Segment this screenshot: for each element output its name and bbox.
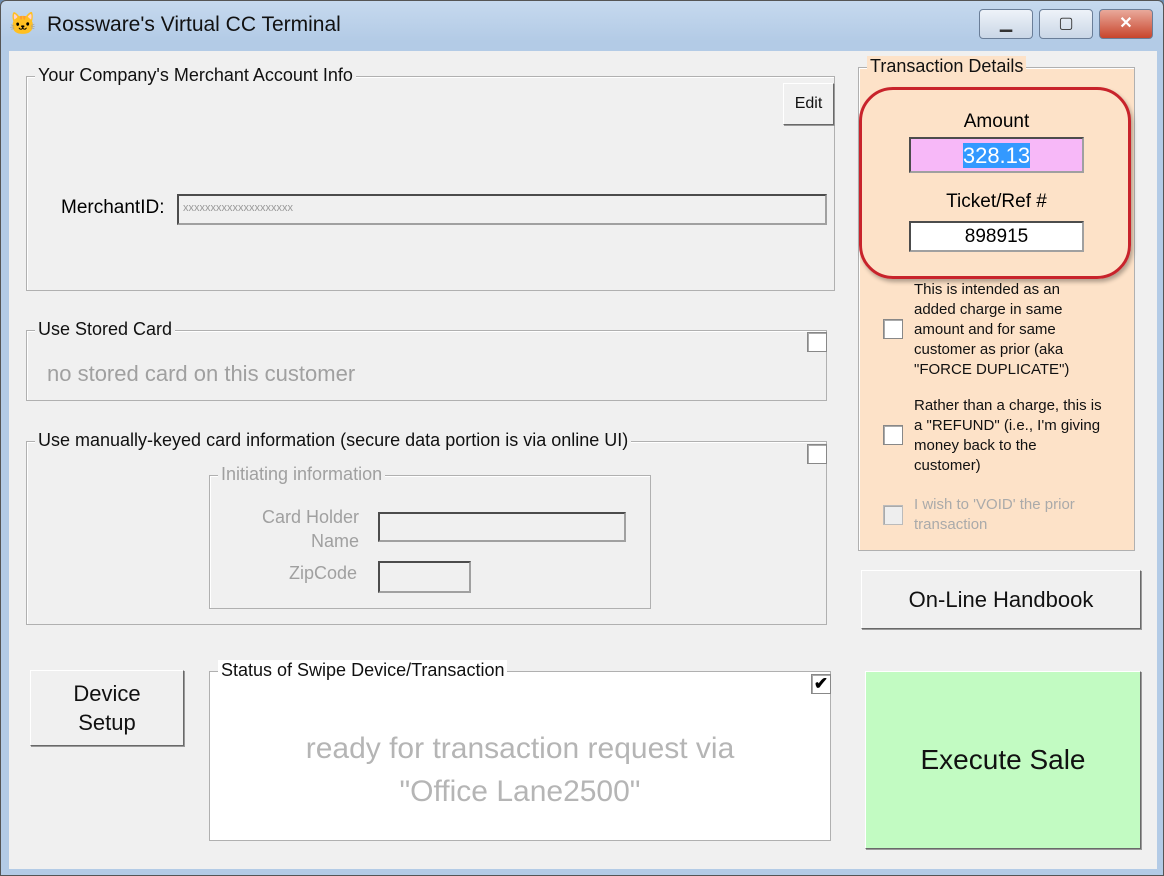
force-duplicate-label: This is intended as an added charge in s… xyxy=(914,281,1070,378)
amount-input[interactable]: 328.13 xyxy=(909,137,1084,173)
device-setup-line1: Device xyxy=(73,681,141,706)
card-holder-label: Card Holder Name xyxy=(239,505,359,553)
refund-checkbox[interactable] xyxy=(883,425,903,445)
online-handbook-button[interactable]: On-Line Handbook xyxy=(861,570,1141,629)
refund-label: Rather than a charge, this is a "REFUND"… xyxy=(914,397,1102,474)
amount-value: 328.13 xyxy=(962,143,1031,168)
status-legend: Status of Swipe Device/Transaction xyxy=(218,660,508,681)
merchant-id-label: MerchantID: xyxy=(61,197,165,218)
window: 🐱 Rossware's Virtual CC Terminal ▁ ▢ ✕ Y… xyxy=(0,0,1164,876)
void-label: I wish to 'VOID' the prior transaction xyxy=(914,496,1075,533)
status-checkbox[interactable]: ✔ xyxy=(811,674,831,694)
close-button[interactable]: ✕ xyxy=(1099,9,1153,39)
manual-card-checkbox[interactable] xyxy=(807,444,827,464)
maximize-button[interactable]: ▢ xyxy=(1039,9,1093,39)
card-holder-label-line1: Card Holder xyxy=(261,507,359,527)
zipcode-input[interactable] xyxy=(378,561,471,593)
stored-card-message: no stored card on this customer xyxy=(47,361,356,386)
stored-card-checkbox[interactable] xyxy=(807,332,827,352)
stored-card-legend: Use Stored Card xyxy=(35,319,176,340)
execute-sale-button[interactable]: Execute Sale xyxy=(865,671,1141,849)
merchant-group: Your Company's Merchant Account Info xyxy=(26,65,835,291)
merchant-id-field[interactable]: xxxxxxxxxxxxxxxxxxxx xyxy=(177,194,827,225)
app-icon: 🐱 xyxy=(9,11,37,36)
manual-card-legend: Use manually-keyed card information (sec… xyxy=(35,430,632,451)
merchant-legend: Your Company's Merchant Account Info xyxy=(35,65,356,86)
ticket-label: Ticket/Ref # xyxy=(946,191,1047,212)
void-checkbox[interactable] xyxy=(883,505,903,525)
initiating-info-legend: Initiating information xyxy=(218,464,386,485)
minimize-button[interactable]: ▁ xyxy=(979,9,1033,39)
ticket-input[interactable]: 898915 xyxy=(909,221,1084,252)
card-holder-label-line2: Name xyxy=(310,531,359,551)
amount-label: Amount xyxy=(963,111,1030,132)
status-line1: ready for transaction request via xyxy=(305,732,735,765)
device-setup-line2: Setup xyxy=(78,710,136,735)
force-duplicate-checkbox[interactable] xyxy=(883,319,903,339)
device-setup-button[interactable]: Device Setup xyxy=(30,670,184,746)
card-holder-name-input[interactable] xyxy=(378,512,626,542)
edit-button[interactable]: Edit xyxy=(783,83,834,125)
zipcode-label: ZipCode xyxy=(289,563,358,583)
transaction-details-legend: Transaction Details xyxy=(867,56,1027,77)
status-message: ready for transaction request via "Offic… xyxy=(209,727,831,813)
window-title: Rossware's Virtual CC Terminal xyxy=(47,13,341,36)
status-line2: "Office Lane2500" xyxy=(399,775,641,808)
client-area: Your Company's Merchant Account Info Edi… xyxy=(9,51,1157,869)
